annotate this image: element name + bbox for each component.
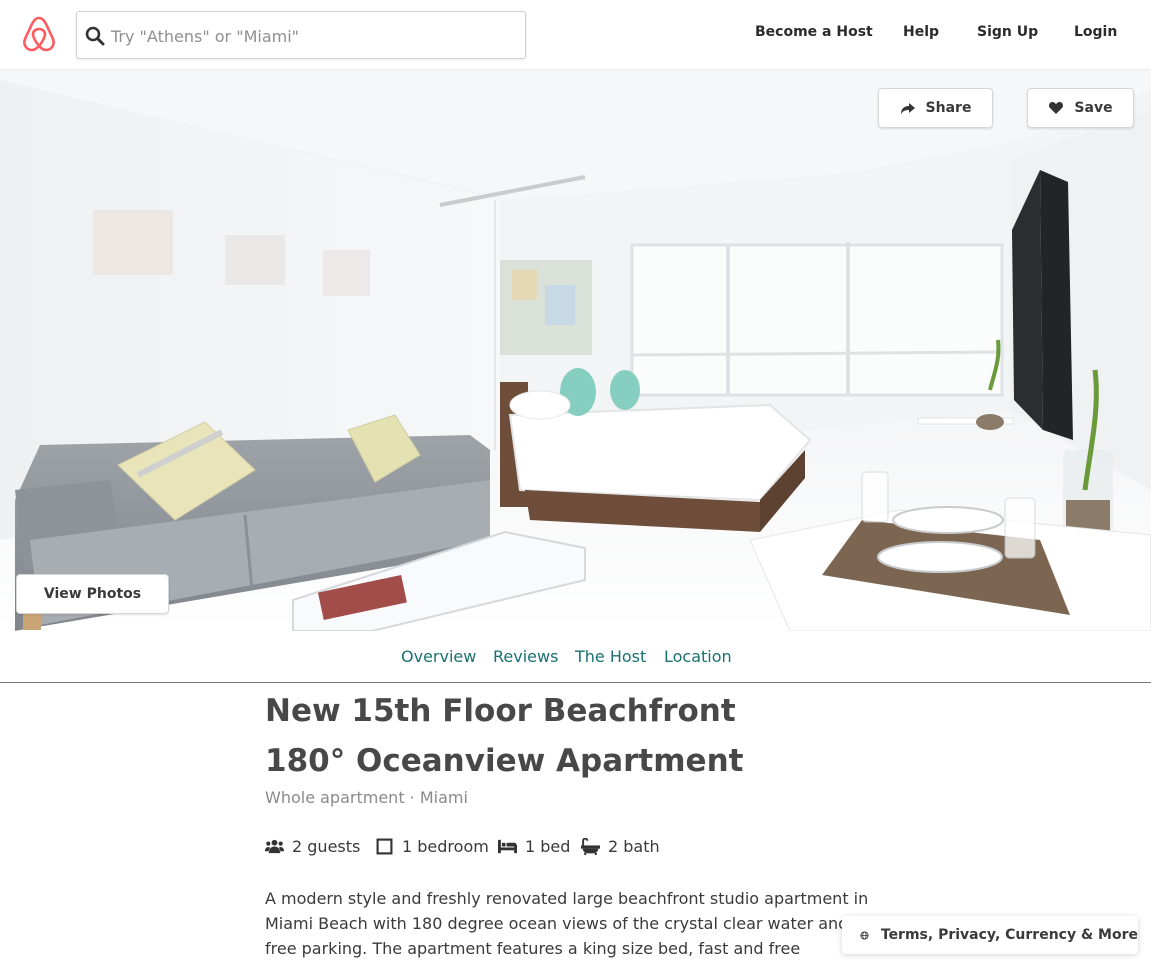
bath-icon	[581, 838, 600, 855]
amenity-bath: 2 bath	[581, 837, 660, 856]
guests-icon	[265, 839, 284, 854]
listing-title: New 15th Floor Beachfront 180° Oceanview…	[265, 693, 744, 779]
amenity-bed-label: 1 bed	[525, 837, 571, 856]
share-label: Share	[925, 100, 972, 116]
amenity-guests-label: 2 guests	[292, 837, 361, 856]
view-photos-button[interactable]: View Photos	[16, 574, 169, 614]
listing-hero-photo[interactable]: Share Save View Photos	[0, 70, 1151, 631]
nav-login[interactable]: Login	[1074, 24, 1117, 40]
search-icon	[85, 26, 105, 46]
tab-the-host[interactable]: The Host	[575, 647, 646, 666]
section-tabs: Overview Reviews The Host Location	[0, 631, 1151, 683]
nav-sign-up[interactable]: Sign Up	[977, 24, 1038, 40]
search-box[interactable]	[76, 11, 526, 59]
globe-icon	[860, 930, 869, 940]
heart-icon	[1049, 102, 1064, 114]
footer-links-button[interactable]: Terms, Privacy, Currency & More	[842, 916, 1138, 954]
tab-overview[interactable]: Overview	[401, 647, 476, 666]
tab-reviews[interactable]: Reviews	[493, 647, 558, 666]
nav-become-host[interactable]: Become a Host	[755, 24, 873, 40]
save-button[interactable]: Save	[1027, 88, 1134, 128]
footer-links-label: Terms, Privacy, Currency & More	[880, 927, 1138, 943]
amenity-guests: 2 guests	[265, 837, 360, 856]
search-input[interactable]	[111, 22, 511, 50]
listing-description: A modern style and freshly renovated lar…	[265, 889, 869, 966]
amenity-bedroom-label: 1 bedroom	[402, 837, 489, 856]
amenity-bed: 1 bed	[498, 837, 570, 856]
save-label: Save	[1074, 100, 1113, 116]
airbnb-logo-icon[interactable]	[18, 13, 60, 55]
share-icon	[900, 103, 915, 114]
tab-location[interactable]: Location	[664, 647, 732, 666]
listing-subtitle: Whole apartment · Miami	[265, 788, 468, 807]
nav-help[interactable]: Help	[903, 24, 939, 40]
bedroom-icon	[376, 838, 393, 855]
amenity-bath-label: 2 bath	[608, 837, 660, 856]
view-photos-label: View Photos	[43, 586, 142, 602]
bed-icon	[498, 839, 517, 854]
share-button[interactable]: Share	[878, 88, 993, 128]
apartment-photo	[0, 70, 1151, 631]
top-header: Become a Host Help Sign Up Login	[0, 0, 1151, 70]
amenity-bedroom: 1 bedroom	[375, 837, 489, 856]
